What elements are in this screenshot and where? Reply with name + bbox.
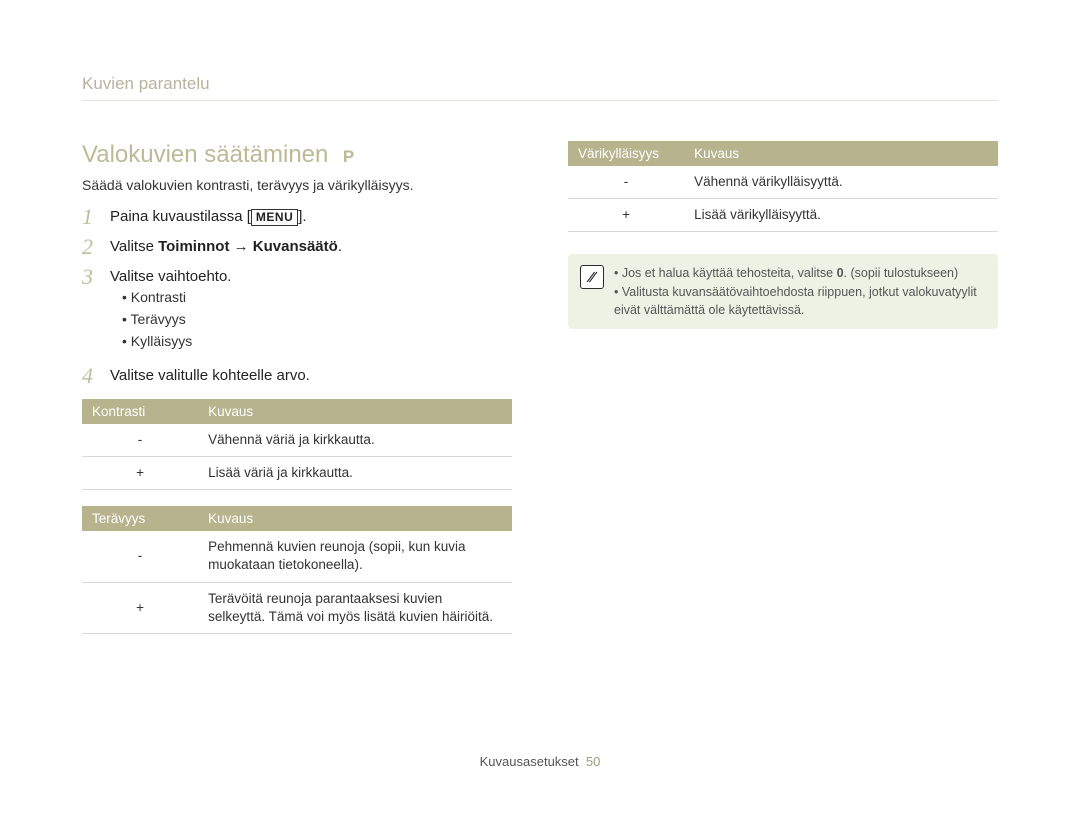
note-box: Jos et halua käyttää tehosteita, valitse… [568, 254, 998, 328]
table-header: Kuvaus [198, 506, 512, 531]
table-row: - Pehmennä kuvien reunoja (sopii, kun ku… [82, 531, 512, 582]
table-cell: Vähennä värikylläisyyttä. [684, 166, 998, 199]
table-contrast: Kontrasti Kuvaus - Vähennä väriä ja kirk… [82, 399, 512, 490]
text: . [338, 238, 342, 255]
section-title: Valokuvien säätäminen [82, 141, 328, 169]
text: Valitse vaihtoehto. [110, 268, 231, 285]
column-left: Valokuvien säätäminen P Säädä valokuvien… [82, 141, 512, 650]
footer-label: Kuvausasetukset [480, 754, 579, 769]
table-cell: Lisää väriä ja kirkkautta. [198, 456, 512, 489]
text: Jos et halua käyttää tehosteita, valitse [622, 266, 837, 280]
table-cell: Pehmennä kuvien reunoja (sopii, kun kuvi… [198, 531, 512, 582]
menu-button-label: MENU [251, 209, 298, 226]
table-row: - Vähennä värikylläisyyttä. [568, 166, 998, 199]
text: Paina kuvaustilassa [ [110, 208, 251, 225]
breadcrumb: Kuvien parantelu [82, 74, 998, 101]
content-columns: Valokuvien säätäminen P Säädä valokuvien… [82, 141, 998, 650]
step-text: Valitse valitulle kohteelle arvo. [110, 364, 512, 384]
table-cell: Lisää värikylläisyyttä. [684, 199, 998, 232]
menu-path: Toiminnot → Kuvansäätö [158, 238, 338, 255]
table-cell: - [82, 531, 198, 582]
column-right: Värikylläisyys Kuvaus - Vähennä värikyll… [568, 141, 998, 650]
step-text: Valitse vaihtoehto. Kontrasti Terävyys K… [110, 265, 512, 358]
table-cell: + [82, 456, 198, 489]
note-list: Jos et halua käyttää tehosteita, valitse… [614, 264, 986, 318]
table-row: + Lisää väriä ja kirkkautta. [82, 456, 512, 489]
table-row: + Lisää värikylläisyyttä. [568, 199, 998, 232]
table-sharpness: Terävyys Kuvaus - Pehmennä kuvien reunoj… [82, 506, 512, 634]
table-cell: - [82, 424, 198, 457]
step-number: 2 [82, 235, 110, 259]
table-cell: Vähennä väriä ja kirkkautta. [198, 424, 512, 457]
text-bold: 0 [837, 266, 844, 280]
steps-list: 1 Paina kuvaustilassa [MENU]. 2 Valitse … [82, 205, 512, 389]
step-number: 3 [82, 265, 110, 289]
table-saturation: Värikylläisyys Kuvaus - Vähennä värikyll… [568, 141, 998, 232]
page-number: 50 [586, 754, 600, 769]
table-header: Terävyys [82, 506, 198, 531]
step-text: Paina kuvaustilassa [MENU]. [110, 205, 512, 226]
table-cell: Terävöitä reunoja parantaaksesi kuvien s… [198, 582, 512, 633]
table-row: - Vähennä väriä ja kirkkautta. [82, 424, 512, 457]
option-bullets: Kontrasti Terävyys Kylläisyys [110, 285, 512, 358]
table-header: Kontrasti [82, 399, 198, 424]
text: ]. [298, 208, 306, 225]
table-cell: - [568, 166, 684, 199]
text: . (sopii tulostukseen) [844, 266, 959, 280]
table-cell: + [82, 582, 198, 633]
list-item: Terävyys [122, 309, 512, 331]
step-number: 1 [82, 205, 110, 229]
table-header: Kuvaus [684, 141, 998, 166]
page-footer: Kuvausasetukset 50 [0, 754, 1080, 769]
info-icon [580, 265, 604, 289]
list-item: Kylläisyys [122, 331, 512, 353]
step-number: 4 [82, 364, 110, 388]
list-item: Kontrasti [122, 287, 512, 309]
page: Kuvien parantelu Valokuvien säätäminen P… [0, 0, 1080, 650]
table-header: Kuvaus [198, 399, 512, 424]
text: Valitse [110, 238, 158, 255]
section-mode: P [343, 147, 355, 166]
table-cell: + [568, 199, 684, 232]
table-header: Värikylläisyys [568, 141, 684, 166]
list-item: Valitusta kuvansäätövaihtoehdosta riippu… [614, 283, 986, 319]
section-heading: Valokuvien säätäminen P [82, 141, 512, 169]
table-row: + Terävöitä reunoja parantaaksesi kuvien… [82, 582, 512, 633]
step-text: Valitse Toiminnot → Kuvansäätö. [110, 235, 512, 255]
lead-text: Säädä valokuvien kontrasti, terävyys ja … [82, 177, 512, 193]
list-item: Jos et halua käyttää tehosteita, valitse… [614, 264, 986, 282]
